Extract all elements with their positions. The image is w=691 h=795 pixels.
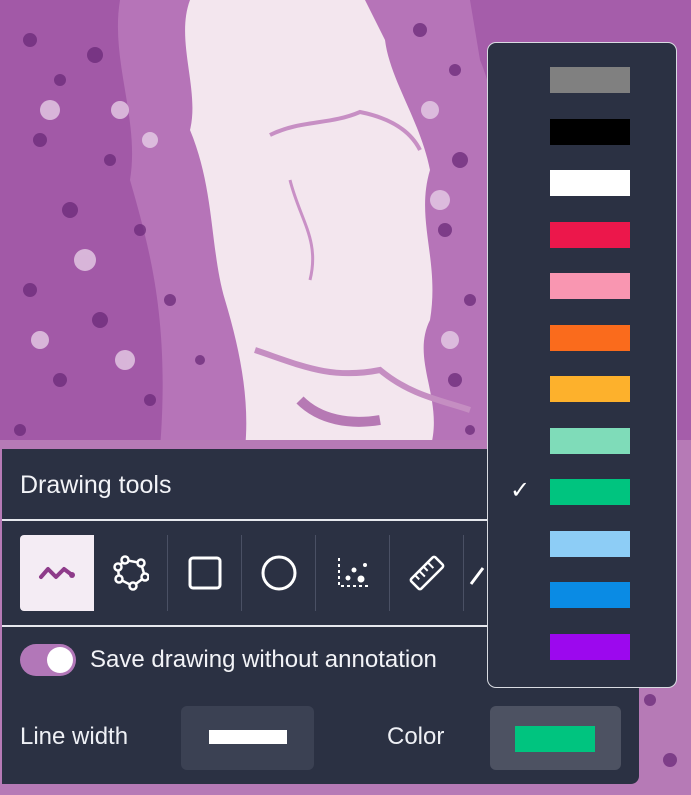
color-swatch bbox=[550, 67, 630, 93]
color-swatch bbox=[550, 582, 630, 608]
color-swatch bbox=[550, 170, 630, 196]
save-drawing-toggle-row: Save drawing without annotation bbox=[20, 642, 437, 678]
color-swatch bbox=[550, 633, 630, 660]
checkmark-icon: ✓ bbox=[510, 476, 531, 504]
points-tool-button[interactable] bbox=[316, 535, 390, 611]
save-drawing-label: Save drawing without annotation bbox=[90, 646, 437, 673]
color-option[interactable] bbox=[488, 627, 676, 667]
color-option[interactable] bbox=[488, 421, 676, 461]
line-width-button[interactable] bbox=[181, 706, 314, 770]
color-option[interactable] bbox=[488, 60, 676, 100]
color-option[interactable] bbox=[488, 112, 676, 152]
ruler-icon bbox=[409, 555, 444, 591]
color-swatch bbox=[550, 530, 630, 557]
rectangle-tool-button[interactable] bbox=[168, 535, 242, 611]
line-width-preview bbox=[209, 730, 287, 744]
color-swatch bbox=[550, 221, 630, 248]
save-drawing-toggle[interactable] bbox=[20, 644, 76, 676]
freehand-wave-icon bbox=[39, 567, 75, 579]
circle-icon bbox=[261, 555, 296, 591]
current-color-swatch bbox=[515, 726, 595, 752]
color-option[interactable] bbox=[488, 318, 676, 358]
partial-tool-icon bbox=[469, 567, 485, 585]
color-button[interactable] bbox=[490, 706, 621, 770]
color-option[interactable] bbox=[488, 575, 676, 615]
panel-title: Drawing tools bbox=[20, 471, 172, 499]
polygon-icon bbox=[112, 555, 149, 591]
color-option[interactable] bbox=[488, 369, 676, 409]
color-swatch bbox=[550, 324, 630, 351]
color-option[interactable]: ✓ bbox=[488, 472, 676, 512]
color-option[interactable] bbox=[488, 524, 676, 564]
color-dropdown: ✓ bbox=[488, 43, 676, 687]
color-swatch bbox=[550, 376, 630, 402]
tool-toolbar bbox=[20, 535, 494, 611]
color-option[interactable] bbox=[488, 215, 676, 255]
points-icon bbox=[337, 558, 369, 587]
freehand-tool-button[interactable] bbox=[20, 535, 94, 611]
color-swatch bbox=[550, 427, 630, 454]
color-label: Color bbox=[387, 723, 445, 750]
color-swatch bbox=[550, 479, 630, 505]
line-width-label: Line width bbox=[20, 723, 129, 750]
ellipse-tool-button[interactable] bbox=[242, 535, 316, 611]
rectangle-icon bbox=[188, 556, 221, 590]
polygon-tool-button[interactable] bbox=[94, 535, 168, 611]
color-option[interactable] bbox=[488, 163, 676, 203]
color-option[interactable] bbox=[488, 266, 676, 306]
color-swatch bbox=[550, 273, 630, 299]
toggle-knob bbox=[47, 647, 73, 673]
measure-tool-button[interactable] bbox=[390, 535, 464, 611]
color-swatch bbox=[550, 118, 630, 145]
